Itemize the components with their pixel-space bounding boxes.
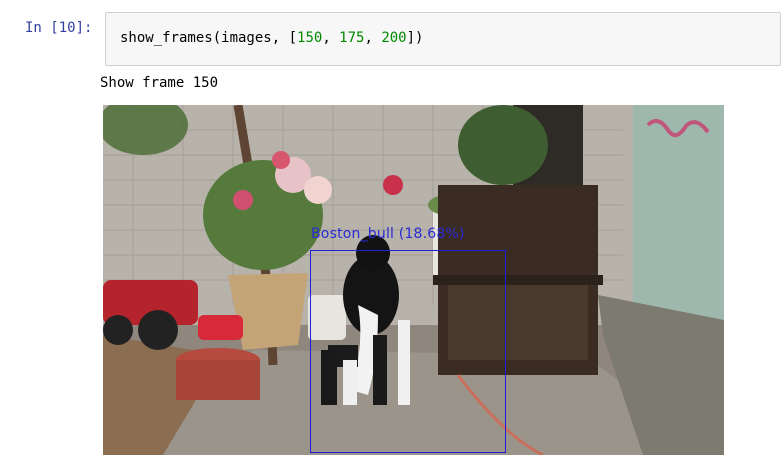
code-cell-input[interactable]: show_frames(images, [150, 175, 200])	[105, 12, 781, 66]
code-line: show_frames(images, [150, 175, 200])	[120, 30, 423, 46]
code-arg-3: 200	[381, 30, 407, 46]
code-prefix: show_frames(images, [	[120, 30, 298, 46]
code-arg-2: 175	[339, 30, 365, 46]
code-separator-2: ,	[364, 30, 382, 46]
code-suffix: ])	[406, 30, 424, 46]
code-separator-1: ,	[322, 30, 340, 46]
detection-label: Boston_bull (18.68%)	[311, 226, 465, 242]
detection-box	[310, 250, 506, 453]
code-arg-1: 150	[297, 30, 323, 46]
foliage-right	[458, 105, 548, 185]
output-text: Show frame 150	[100, 75, 219, 91]
cell-prompt: In [10]:	[25, 20, 93, 36]
